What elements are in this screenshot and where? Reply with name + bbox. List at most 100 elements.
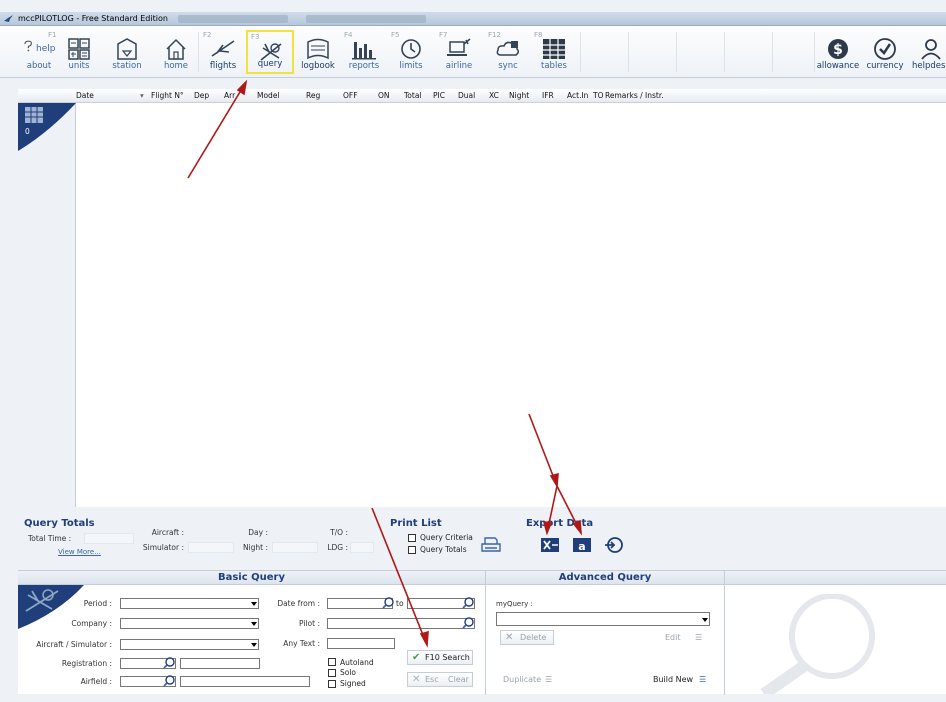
simulator-total-label: Simulator :	[142, 543, 184, 552]
duplicate-button[interactable]: Duplicate ☰	[500, 672, 560, 687]
toolbar-separator	[676, 32, 677, 72]
station-label: station	[112, 61, 142, 71]
view-more-link[interactable]: View More...	[58, 548, 101, 556]
blurred-tab	[178, 15, 288, 23]
column-header-total[interactable]: Total	[404, 91, 422, 100]
export-excel-icon[interactable]	[540, 536, 560, 554]
edit-button[interactable]: Edit ☰	[662, 630, 710, 645]
allowance-label: allowance	[816, 61, 860, 71]
registration-name-input[interactable]	[180, 658, 260, 669]
printer-icon[interactable]	[480, 536, 502, 554]
column-header-dual[interactable]: Dual	[458, 91, 475, 100]
toolbar-home[interactable]: home	[153, 30, 199, 74]
currency-label: currency	[866, 61, 904, 71]
build-new-button[interactable]: Build New ☰	[650, 672, 712, 687]
column-header-on[interactable]: ON	[378, 91, 390, 100]
tables-label: tables	[541, 61, 567, 71]
search-icon[interactable]	[163, 657, 175, 669]
basic-query-header: Basic Query	[18, 571, 485, 585]
company-select[interactable]	[120, 618, 259, 629]
column-header-date[interactable]: Date	[76, 91, 94, 100]
toolbar-station[interactable]: station	[104, 30, 150, 74]
export-other-icon[interactable]	[604, 536, 624, 554]
aircraft-simulator-select[interactable]	[120, 639, 259, 650]
any-text-input[interactable]	[327, 638, 395, 649]
period-select[interactable]	[120, 598, 259, 609]
sort-arrow-icon: ▾	[140, 91, 144, 100]
toolbar-query[interactable]: F3 query	[246, 30, 294, 74]
column-header-act-in[interactable]: Act.In	[567, 91, 588, 100]
column-header-xc[interactable]: XC	[489, 91, 499, 100]
day-total-label: Day :	[248, 528, 268, 537]
search-icon[interactable]	[382, 597, 394, 609]
laptop-plane-icon	[447, 38, 471, 56]
logbook-grid[interactable]	[76, 103, 946, 507]
column-header-remarks[interactable]: Remarks / Instr.	[605, 91, 664, 100]
pilot-input[interactable]	[327, 618, 475, 629]
column-header-ifr[interactable]: IFR	[542, 91, 554, 100]
myquery-select[interactable]	[496, 612, 710, 626]
cancel-icon: ✕	[412, 674, 421, 685]
print-list-title: Print List	[390, 518, 442, 529]
query-criteria-label: Query Criteria	[420, 533, 473, 542]
column-header-to[interactable]: TO	[593, 91, 604, 100]
help-icon	[24, 40, 32, 52]
window-title: mccPILOTLOG - Free Standard Edition	[18, 14, 168, 23]
column-header-row: Date ▾ Flight N° Dep Arr Model Reg OFF O…	[18, 89, 946, 103]
toolbar-limits[interactable]: F5 limits	[388, 30, 434, 74]
aircraft-total-label: Aircraft :	[151, 528, 184, 537]
query-totals-checkbox[interactable]	[408, 546, 416, 554]
table-icon	[25, 107, 43, 123]
total-time-value	[84, 533, 134, 544]
export-pdf-icon[interactable]: a	[572, 536, 592, 554]
magnifier-watermark-icon	[760, 594, 875, 694]
airfield-label: Airfield :	[80, 677, 112, 686]
home-icon	[166, 38, 186, 60]
column-header-pic[interactable]: PIC	[433, 91, 445, 100]
registration-label: Registration :	[61, 659, 112, 668]
toolbar-airline[interactable]: F7 airline	[436, 30, 482, 74]
toolbar-units[interactable]: units	[56, 30, 102, 74]
query-totals-panel: Query Totals Total Time : View More... A…	[18, 512, 946, 566]
column-header-arr[interactable]: Arr	[224, 91, 235, 100]
column-header-model[interactable]: Model	[257, 91, 280, 100]
airfield-name-input[interactable]	[180, 676, 310, 687]
toolbar-flights[interactable]: F2 flights	[200, 30, 246, 74]
solo-checkbox[interactable]	[328, 669, 336, 677]
search-icon[interactable]	[163, 675, 175, 687]
toolbar-separator	[628, 32, 629, 72]
toolbar-sync[interactable]: F12 sync	[485, 30, 531, 74]
toolbar-reports[interactable]: F4 reports	[341, 30, 387, 74]
settings-icon: ☰	[699, 675, 707, 684]
toolbar-currency[interactable]: currency	[862, 30, 908, 74]
toolbar-logbook[interactable]: logbook	[295, 30, 341, 74]
search-icon[interactable]	[462, 617, 474, 629]
signed-checkbox[interactable]	[328, 680, 336, 688]
query-label: query	[257, 59, 283, 69]
checkmark-circle-icon	[874, 38, 896, 60]
toolbar-allowance[interactable]: $ allowance	[815, 30, 861, 74]
toolbar-separator	[724, 32, 725, 72]
query-criteria-checkbox[interactable]	[408, 534, 416, 542]
search-button[interactable]: ✔ F10 Search	[407, 650, 473, 665]
search-icon[interactable]	[462, 597, 474, 609]
toolbar-tables[interactable]: F8 tables	[531, 30, 577, 74]
logbook-label: logbook	[301, 61, 335, 71]
pilot-label: Pilot :	[299, 619, 320, 628]
to-total-label: T/O :	[330, 528, 348, 537]
column-header-night[interactable]: Night	[509, 91, 529, 100]
column-header-reg[interactable]: Reg	[306, 91, 320, 100]
toolbar-helpdesk[interactable]: helpdes	[908, 30, 946, 74]
column-header-off[interactable]: OFF	[343, 91, 358, 100]
clear-button[interactable]: ✕ Esc Clear	[407, 672, 473, 687]
column-header-flight-no[interactable]: Flight N°	[151, 91, 184, 100]
home-label: home	[163, 61, 189, 71]
any-text-label: Any Text :	[283, 639, 320, 648]
helpdesk-label: helpdes	[912, 61, 946, 71]
query-header-spacer	[725, 571, 946, 585]
autoland-checkbox[interactable]	[328, 658, 336, 666]
date-from-label: Date from :	[277, 599, 320, 608]
column-header-dep[interactable]: Dep	[194, 91, 209, 100]
delete-button[interactable]: ✕ Delete	[500, 630, 554, 645]
airline-label: airline	[445, 61, 473, 71]
